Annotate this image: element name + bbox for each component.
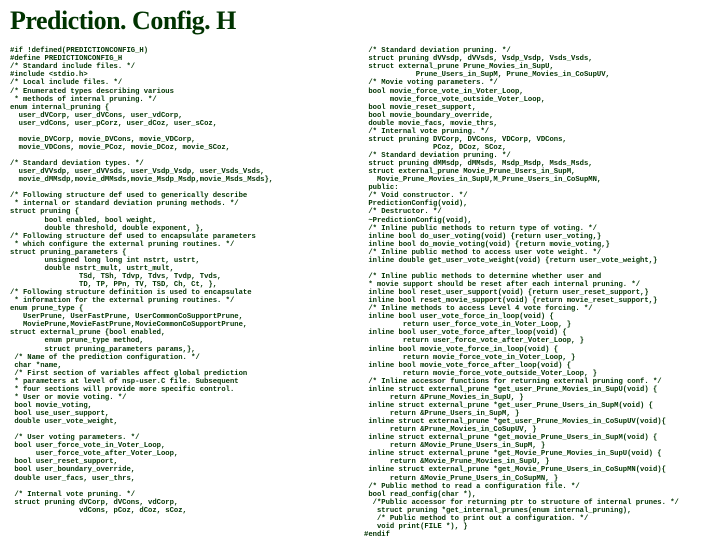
right-code-column: /* Standard deviation pruning. */ struct… [364, 47, 710, 539]
page-title: Prediction. Config. H [10, 6, 710, 36]
slide-content: Prediction. Config. H #if !defined(PREDI… [0, 0, 720, 540]
code-columns: #if !defined(PREDICTIONCONFIG_H) #define… [10, 40, 710, 540]
left-code-column: #if !defined(PREDICTIONCONFIG_H) #define… [10, 47, 356, 539]
